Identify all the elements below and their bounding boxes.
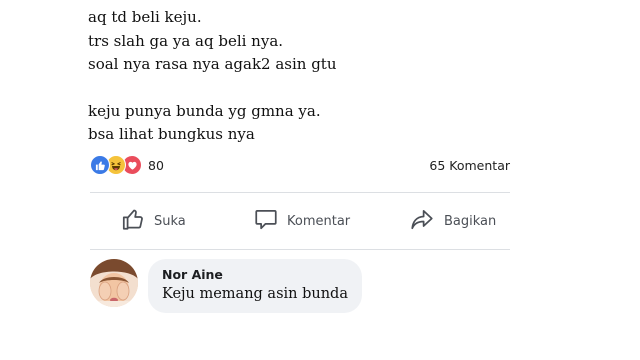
comment-button[interactable]: Komentar	[253, 206, 350, 236]
post-line: soal nya rasa nya agak2 asin gtu	[88, 55, 337, 73]
avatar[interactable]	[90, 259, 138, 307]
post-actions: Suka Komentar Bagikan	[90, 196, 510, 246]
reaction-count[interactable]: 80	[148, 158, 164, 173]
post-line: trs slah ga ya aq beli nya.	[88, 31, 284, 50]
divider	[90, 192, 510, 193]
thumbs-up-icon	[120, 206, 146, 236]
share-label: Bagikan	[444, 213, 497, 229]
like-icon	[90, 155, 110, 175]
share-icon	[408, 206, 436, 236]
post-line: bsa lihat bungkus nya	[88, 125, 255, 143]
comment-label: Komentar	[287, 213, 351, 229]
post-line: aq td beli keju.	[88, 8, 202, 26]
comment-author[interactable]: Nor Aine	[162, 267, 348, 283]
post-line: keju punya bunda yg gmna ya.	[88, 101, 321, 120]
comment-bubble: Nor Aine Keju memang asin bunda	[148, 259, 362, 313]
like-label: Suka	[154, 213, 186, 229]
reactions-summary: 80 65 Komentar	[90, 154, 510, 176]
post-text: aq td beli keju. trs slah ga ya aq beli …	[88, 6, 528, 147]
share-button[interactable]: Bagikan	[408, 206, 496, 236]
divider	[90, 249, 510, 250]
comment-item: Nor Aine Keju memang asin bunda	[88, 257, 528, 317]
like-button[interactable]: Suka	[120, 206, 186, 236]
comment-icon	[253, 206, 279, 236]
reaction-icons[interactable]	[90, 155, 142, 175]
comment-text: Keju memang asin bunda	[162, 286, 348, 302]
comment-count[interactable]: 65 Komentar	[429, 158, 510, 173]
